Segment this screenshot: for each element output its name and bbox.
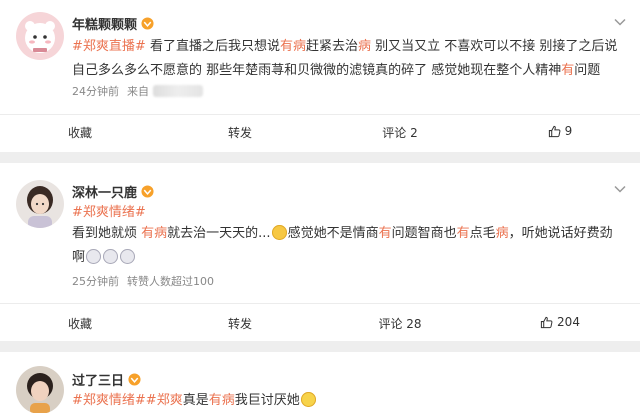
keyword-highlight: 有: [561, 63, 575, 78]
favorite-label: 收藏: [67, 126, 92, 140]
comment-label: 评论 2: [382, 126, 418, 140]
grin-emoji-icon: [300, 392, 316, 407]
keyword-highlight: 有: [456, 226, 470, 241]
post-time[interactable]: 25分钟前: [72, 273, 119, 289]
keyword-highlight: 有病: [208, 393, 235, 408]
keyword-highlight: 有病: [141, 226, 168, 241]
avatar[interactable]: [16, 180, 64, 228]
post-text: #郑爽情绪##郑爽真是有病我巨讨厌她: [72, 389, 624, 413]
post-meta: 24分钟前 来自: [72, 83, 203, 99]
chevron-down-icon[interactable]: [614, 18, 626, 26]
post-text: #郑爽直播# 看了直播之后我只想说有病赶紧去治病 别又当又立 不喜欢可以不接 别…: [72, 35, 624, 83]
topic-tag[interactable]: #郑爽: [146, 393, 183, 408]
blurred-source: [153, 85, 203, 97]
post-text-segment: 感觉她不是情商: [287, 226, 379, 241]
chevron-down-icon[interactable]: [614, 185, 626, 193]
username-text[interactable]: 年糕颗颗颗: [72, 14, 137, 33]
topic-tag[interactable]: #郑爽情绪#: [72, 393, 146, 408]
keyword-highlight: 有病: [279, 39, 306, 54]
thumbs-up-icon: [540, 316, 553, 328]
like-button[interactable]: 204: [480, 315, 640, 329]
post-source-label: 来自: [127, 85, 149, 98]
post-text-segment: 看到她就烦: [72, 226, 142, 241]
repost-label: 转发: [227, 126, 252, 140]
divider: [0, 114, 640, 115]
post-text-segment: 问题: [574, 63, 601, 78]
username[interactable]: 深林一只鹿: [72, 182, 154, 201]
sweat-emoji-icon: [271, 225, 287, 240]
vip-badge-icon: [128, 373, 141, 386]
dizzy-emoji-icon: [120, 249, 136, 264]
post-text-segment: 赶紧去治: [305, 39, 358, 54]
like-button[interactable]: 9: [480, 124, 640, 138]
keyword-highlight: 病: [495, 226, 509, 241]
post-card-2: 深林一只鹿 #郑爽情绪# 看到她就烦 有病就去治一天天的... 感觉她不是情商有问…: [0, 163, 640, 341]
post-card-3: 过了三日 #郑爽情绪##郑爽真是有病我巨讨厌她: [0, 352, 640, 413]
keyword-highlight: 有: [378, 226, 392, 241]
keyword-highlight: 病: [357, 39, 371, 54]
post-text: 看到她就烦 有病就去治一天天的... 感觉她不是情商有问题智商也有点毛病，听她说话…: [72, 222, 624, 270]
post-card-1: 年糕颗颗颗 #郑爽直播# 看了直播之后我只想说有病赶紧去治病 别又当又立 不喜欢…: [0, 0, 640, 152]
divider: [0, 303, 640, 304]
repost-button[interactable]: 转发: [160, 315, 320, 332]
favorite-label: 收藏: [67, 317, 92, 331]
post-text-segment: 点毛: [469, 226, 496, 241]
like-count: 204: [557, 315, 580, 329]
repost-label: 转发: [227, 317, 252, 331]
engagement-note: 转赞人数超过100: [127, 275, 214, 288]
topic-tag[interactable]: #郑爽直播#: [72, 39, 146, 54]
favorite-button[interactable]: 收藏: [0, 124, 160, 141]
post-text-segment: 问题智商也: [391, 226, 457, 241]
thumbs-up-icon: [548, 125, 561, 137]
post-time[interactable]: 24分钟前: [72, 83, 119, 99]
post-text-segment: 真是: [182, 393, 209, 408]
avatar[interactable]: [16, 366, 64, 413]
post-text-segment: 看了直播之后我只想说: [149, 39, 280, 54]
username[interactable]: 过了三日: [72, 370, 141, 389]
comment-label: 评论 28: [378, 317, 422, 331]
vip-badge-icon: [141, 185, 154, 198]
comment-button[interactable]: 评论 2: [320, 124, 480, 141]
username-text[interactable]: 过了三日: [72, 370, 124, 389]
favorite-button[interactable]: 收藏: [0, 315, 160, 332]
comment-button[interactable]: 评论 28: [320, 315, 480, 332]
post-text-segment: 我巨讨厌她: [234, 393, 300, 408]
like-count: 9: [564, 124, 573, 138]
dizzy-emoji-icon: [103, 249, 119, 264]
topic-tag[interactable]: #郑爽情绪#: [72, 205, 146, 220]
dizzy-emoji-icon: [86, 249, 102, 264]
post-text-segment: 就去治一天天的...: [167, 226, 271, 241]
vip-badge-icon: [141, 17, 154, 30]
username-text[interactable]: 深林一只鹿: [72, 182, 137, 201]
avatar[interactable]: [16, 12, 64, 60]
repost-button[interactable]: 转发: [160, 124, 320, 141]
username[interactable]: 年糕颗颗颗: [72, 14, 154, 33]
post-meta: 25分钟前 转赞人数超过100: [72, 273, 214, 289]
